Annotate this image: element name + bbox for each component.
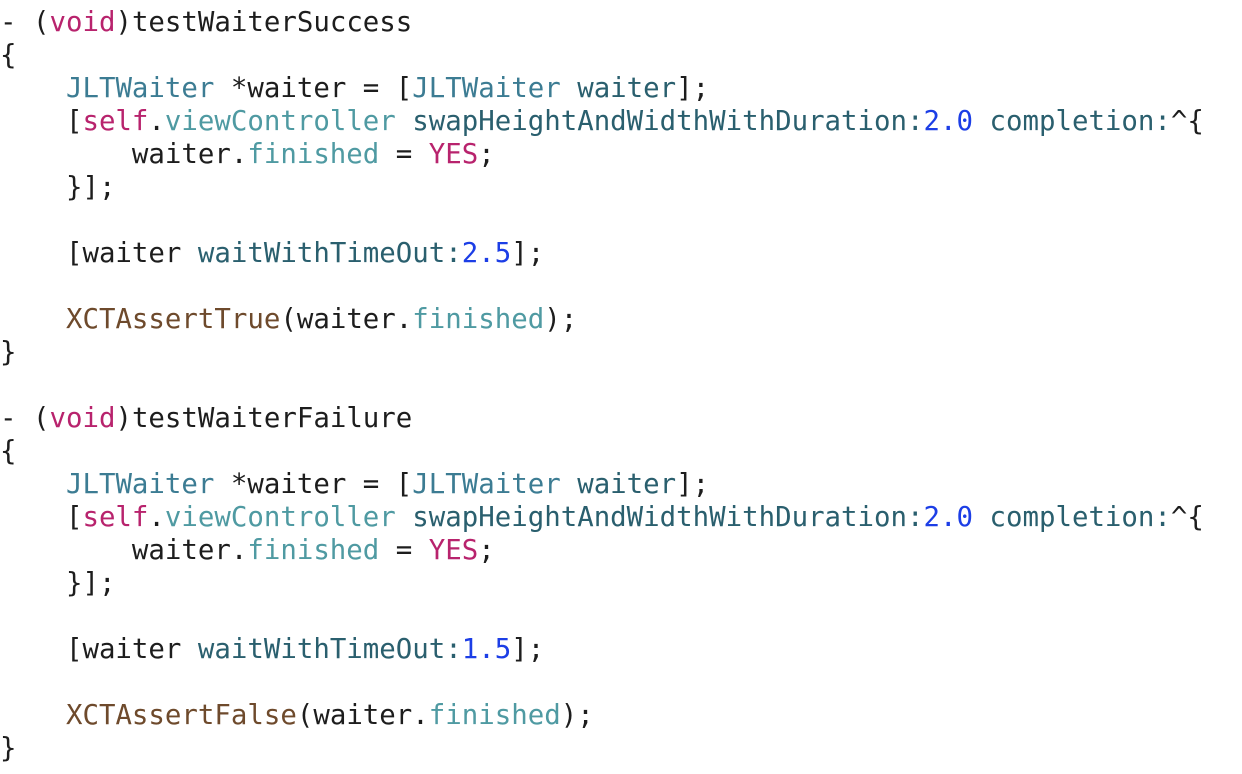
code-token-plain: (waiter. <box>280 304 413 335</box>
code-token-num: 2.0 <box>923 502 973 533</box>
code-token-plain: = <box>379 139 429 170</box>
code-token-type: JLTWaiter <box>412 469 561 500</box>
code-line[interactable]: - (void)testWaiterSuccess <box>0 6 1242 39</box>
code-token-plain: ; <box>478 139 495 170</box>
code-line[interactable] <box>0 369 1242 402</box>
code-token-kw: YES <box>428 535 479 566</box>
code-token-kw: void <box>49 403 116 434</box>
code-token-method: waiter <box>577 469 677 500</box>
code-token-type: JLTWaiter <box>65 469 215 500</box>
code-line[interactable]: [self.viewController swapHeightAndWidthW… <box>0 105 1242 138</box>
code-token-plain: *waiter = [ <box>214 73 413 104</box>
code-token-plain: ^{ <box>1170 106 1204 137</box>
code-token-plain: { <box>0 436 17 467</box>
code-token-plain: ]; <box>511 238 545 269</box>
code-token-prop: viewController <box>164 106 396 137</box>
code-token-plain: { <box>0 40 17 71</box>
code-editor[interactable]: - (void)testWaiterSuccess{ JLTWaiter *wa… <box>0 6 1242 765</box>
code-token-plain: waiter. <box>0 535 248 566</box>
code-token-method: completion: <box>989 502 1171 533</box>
code-token-plain: }]; <box>0 568 116 599</box>
code-token-plain: *waiter = [ <box>214 469 413 500</box>
code-token-plain: ^{ <box>1170 502 1204 533</box>
code-token-plain: - ( <box>0 7 50 38</box>
code-token-plain: - ( <box>0 403 50 434</box>
code-token-plain: [ <box>0 502 83 533</box>
code-line[interactable]: { <box>0 39 1242 72</box>
code-token-method: swapHeightAndWidthWithDuration: <box>412 502 924 533</box>
code-token-plain: ); <box>560 700 594 731</box>
code-token-num: 2.0 <box>923 106 973 137</box>
code-token-plain: (waiter. <box>296 700 429 731</box>
code-line[interactable]: XCTAssertFalse(waiter.finished); <box>0 699 1242 732</box>
code-line[interactable] <box>0 666 1242 699</box>
code-token-prop: finished <box>247 139 380 170</box>
code-token-macro: XCTAssertFalse <box>65 700 297 731</box>
code-token-num: 2.5 <box>461 238 512 269</box>
code-line[interactable] <box>0 204 1242 237</box>
code-token-method: waitWithTimeOut: <box>197 238 462 269</box>
code-line[interactable]: JLTWaiter *waiter = [JLTWaiter waiter]; <box>0 468 1242 501</box>
code-token-plain: } <box>0 337 17 368</box>
code-token-prop: finished <box>428 700 561 731</box>
code-token-plain: [ <box>0 106 83 137</box>
code-token-plain: ]; <box>676 469 710 500</box>
code-line[interactable]: [waiter waitWithTimeOut:2.5]; <box>0 237 1242 270</box>
code-token-method: waitWithTimeOut: <box>197 634 462 665</box>
code-token-kw: self <box>82 502 149 533</box>
code-line[interactable] <box>0 270 1242 303</box>
code-token-plain: } <box>0 733 17 764</box>
code-token-plain: = <box>379 535 429 566</box>
code-token-prop: finished <box>247 535 380 566</box>
code-line[interactable]: waiter.finished = YES; <box>0 138 1242 171</box>
code-token-type: JLTWaiter <box>65 73 215 104</box>
code-line[interactable]: [self.viewController swapHeightAndWidthW… <box>0 501 1242 534</box>
code-line[interactable] <box>0 600 1242 633</box>
code-token-plain: waiter. <box>0 139 248 170</box>
code-token-type: JLTWaiter <box>412 73 561 104</box>
code-line[interactable]: }]; <box>0 567 1242 600</box>
code-token-plain: . <box>148 106 165 137</box>
code-token-method: waiter <box>577 73 677 104</box>
code-line[interactable]: waiter.finished = YES; <box>0 534 1242 567</box>
code-line[interactable]: XCTAssertTrue(waiter.finished); <box>0 303 1242 336</box>
code-token-method: swapHeightAndWidthWithDuration: <box>412 106 924 137</box>
code-token-plain: )testWaiterFailure <box>115 403 413 434</box>
code-line[interactable]: } <box>0 732 1242 765</box>
code-token-plain: . <box>148 502 165 533</box>
code-line[interactable]: }]; <box>0 171 1242 204</box>
code-token-plain: }]; <box>0 172 116 203</box>
code-token-num: 1.5 <box>461 634 512 665</box>
code-token-kw: void <box>49 7 116 38</box>
code-token-plain: [waiter <box>0 634 198 665</box>
code-line[interactable]: JLTWaiter *waiter = [JLTWaiter waiter]; <box>0 72 1242 105</box>
code-token-kw: YES <box>428 139 479 170</box>
code-line[interactable]: } <box>0 336 1242 369</box>
code-token-plain: ]; <box>511 634 545 665</box>
code-line[interactable]: [waiter waitWithTimeOut:1.5]; <box>0 633 1242 666</box>
code-token-macro: XCTAssertTrue <box>65 304 281 335</box>
code-token-method: completion: <box>989 106 1171 137</box>
code-token-prop: finished <box>412 304 545 335</box>
code-token-plain: [waiter <box>0 238 198 269</box>
code-token-prop: viewController <box>164 502 396 533</box>
code-line[interactable]: { <box>0 435 1242 468</box>
code-token-plain: )testWaiterSuccess <box>115 7 413 38</box>
code-token-plain: ); <box>544 304 578 335</box>
code-token-plain: ]; <box>676 73 710 104</box>
code-token-kw: self <box>82 106 149 137</box>
code-token-plain: ; <box>478 535 495 566</box>
code-line[interactable]: - (void)testWaiterFailure <box>0 402 1242 435</box>
